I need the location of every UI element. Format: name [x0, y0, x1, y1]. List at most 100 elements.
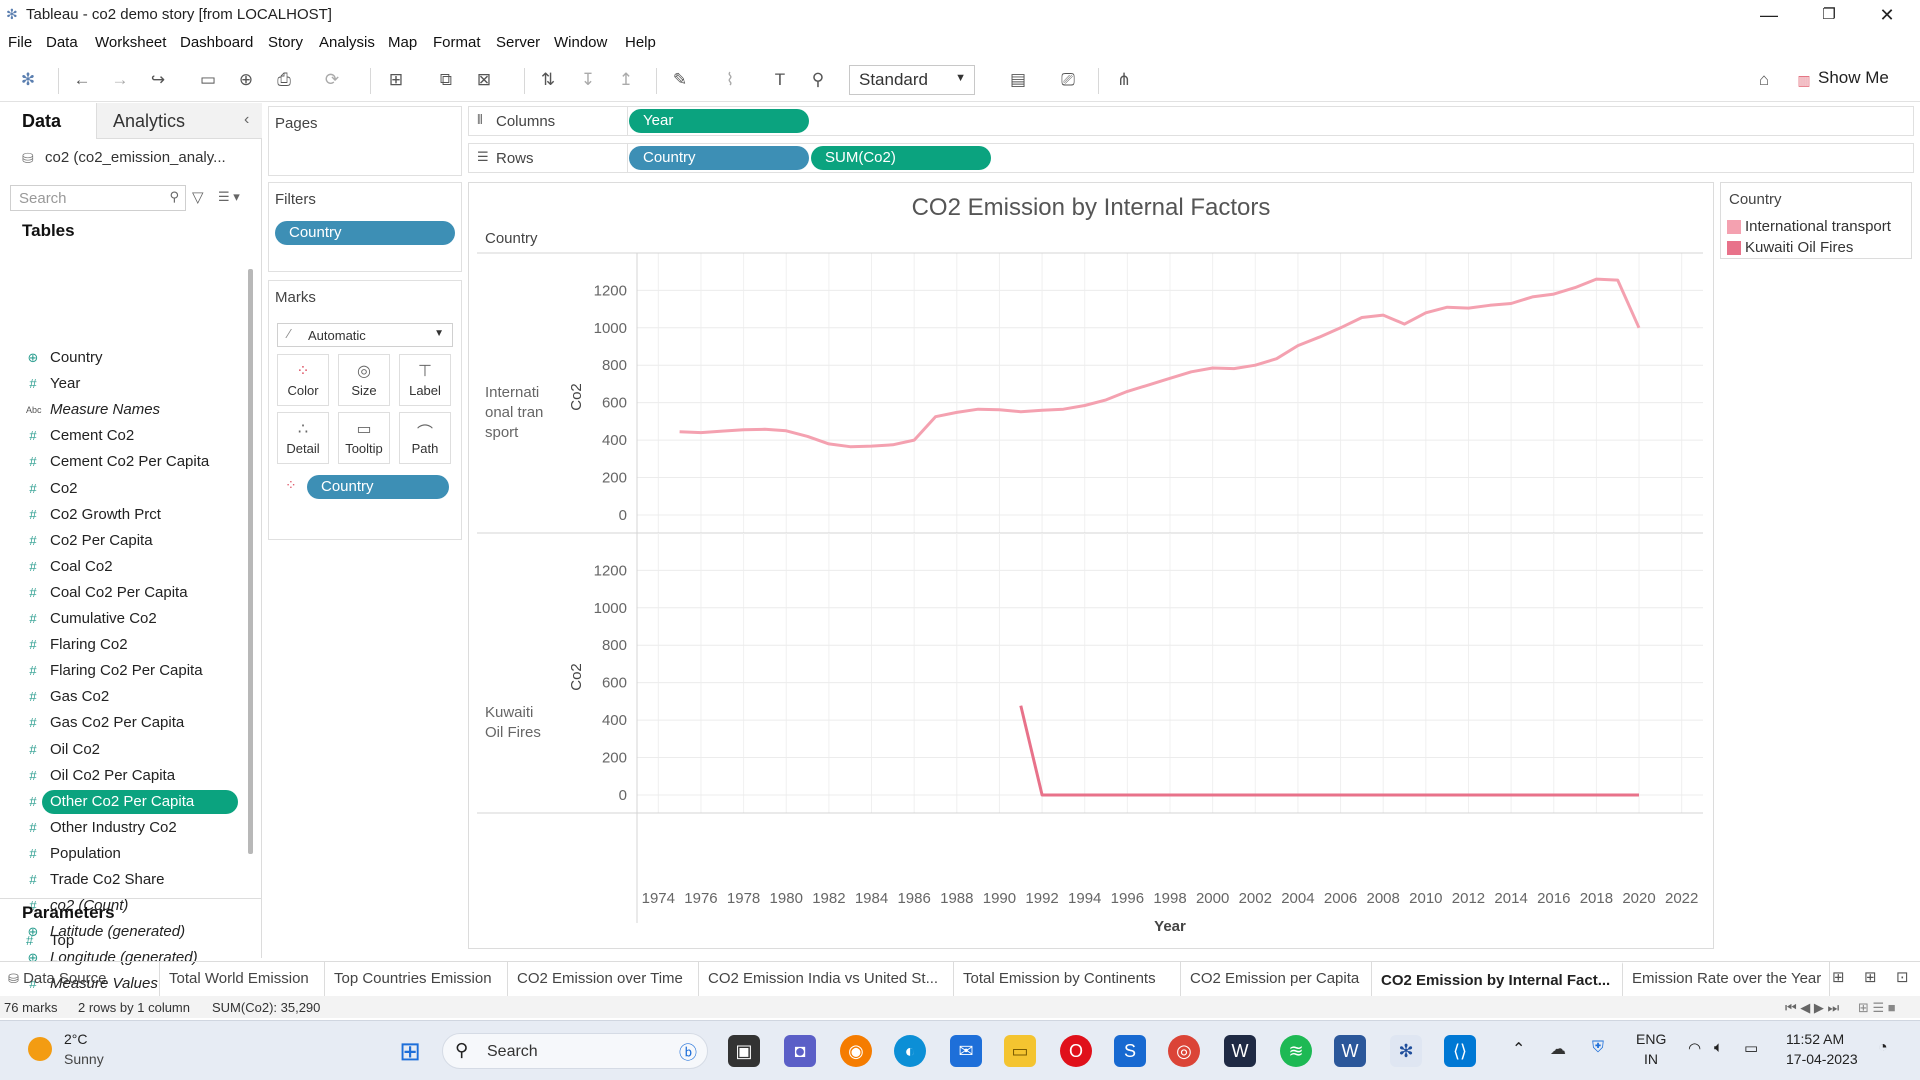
filter-pill-country[interactable]: Country [275, 221, 455, 245]
rows-pill-sum-co2[interactable]: SUM(Co2) [811, 146, 991, 170]
vscode-icon[interactable]: ⟨⟩ [1444, 1035, 1476, 1067]
presentation-mode-icon[interactable]: ⎚ [1056, 68, 1080, 92]
marks-pill-country[interactable]: Country [307, 475, 449, 499]
edge-icon[interactable]: ◐ [894, 1035, 926, 1067]
show-cards-icon[interactable]: ▤ [1006, 68, 1030, 92]
security-icon[interactable]: ⛨ [1592, 1039, 1604, 1057]
field-item[interactable]: # Cumulative Co2 [0, 607, 240, 631]
mark-type-dropdown[interactable]: ⁄ Automatic ▼ [277, 323, 453, 347]
chrome-icon[interactable]: ◎ [1168, 1035, 1200, 1067]
tab-co2-india-vs-us[interactable]: CO2 Emission India vs United St... [700, 962, 954, 996]
field-item[interactable]: # Oil Co2 Per Capita [0, 764, 240, 788]
wifi-icon[interactable]: ◠ [1688, 1039, 1701, 1057]
tab-co2-emission-by-internal-factors[interactable]: CO2 Emission by Internal Fact... [1373, 962, 1623, 996]
field-item[interactable]: # Other Industry Co2 [0, 816, 240, 840]
battery-icon[interactable]: ▭ [1744, 1039, 1758, 1057]
tab-total-world-emission[interactable]: Total World Emission [161, 962, 325, 996]
new-worksheet-icon[interactable]: ⊞ [384, 68, 408, 92]
field-item[interactable]: # Oil Co2 [0, 738, 240, 762]
minimize-icon[interactable]: — [1746, 2, 1792, 28]
sort-descending-icon[interactable]: ↥ [614, 68, 638, 92]
field-item[interactable]: Abc Measure Names [0, 398, 240, 422]
tableau-taskbar-icon[interactable]: ✻ [1390, 1035, 1422, 1067]
field-item[interactable]: # Gas Co2 [0, 685, 240, 709]
tab-co2-emission-over-time[interactable]: CO2 Emission over Time [509, 962, 699, 996]
fix-axes-icon[interactable]: ⚲ [806, 68, 830, 92]
menu-data[interactable]: Data [46, 34, 78, 51]
opera-icon[interactable]: O [1060, 1035, 1092, 1067]
menu-window[interactable]: Window [554, 34, 607, 51]
field-item[interactable]: # Trade Co2 Share [0, 868, 240, 892]
menu-server[interactable]: Server [496, 34, 540, 51]
field-item[interactable]: # Cement Co2 [0, 424, 240, 448]
tab-co2-emission-per-capita[interactable]: CO2 Emission per Capita [1182, 962, 1372, 996]
columns-shelf[interactable]: ⦀ Columns Year [468, 106, 1914, 136]
color-button[interactable]: ⁘ Color [277, 354, 329, 406]
field-item[interactable]: # Cement Co2 Per Capita [0, 450, 240, 474]
new-story-tab-icon[interactable]: ⊡ [1896, 968, 1909, 986]
file-explorer-icon[interactable]: ▭ [1004, 1035, 1036, 1067]
clock-time[interactable]: 11:52 AM [1786, 1031, 1844, 1047]
sheet-sorter-icon[interactable]: ⊞ ☰ ■ [1858, 1000, 1896, 1016]
tooltip-button[interactable]: ▭ Tooltip [338, 412, 390, 464]
field-item[interactable]: # Flaring Co2 Per Capita [0, 659, 240, 683]
pages-card[interactable]: Pages [268, 106, 462, 176]
field-item[interactable]: # Co2 Per Capita [0, 529, 240, 553]
menu-analysis[interactable]: Analysis [319, 34, 375, 51]
windows-start-icon[interactable]: ⊞ [394, 1035, 426, 1067]
highlight-icon[interactable]: ✎ [668, 68, 692, 92]
field-item[interactable]: # Co2 [0, 477, 240, 501]
swap-rows-columns-icon[interactable]: ⇅ [536, 68, 560, 92]
mail-icon[interactable]: ✉ [950, 1035, 982, 1067]
taskbar-search-box[interactable]: ⚲ Search ⓑ [442, 1033, 708, 1069]
tray-chevron-up-icon[interactable]: ⌃ [1512, 1039, 1525, 1059]
legend-item-kuwaiti-oil-fires[interactable]: Kuwaiti Oil Fires [1745, 239, 1853, 256]
weather-temp[interactable]: 2°C [64, 1031, 88, 1047]
task-view-icon[interactable]: ▣ [728, 1035, 760, 1067]
tab-top-countries-emission[interactable]: Top Countries Emission [326, 962, 508, 996]
group-members-icon[interactable]: ⌇ [718, 68, 742, 92]
show-mark-labels-icon[interactable]: T [768, 68, 792, 92]
tab-data-source[interactable]: ⛁ Data Source [0, 962, 160, 996]
tab-emission-rate-over-the-year[interactable]: Emission Rate over the Year [1624, 962, 1830, 996]
field-item[interactable]: # Other Co2 Per Capita [29, 789, 238, 814]
menu-file[interactable]: File [8, 34, 32, 51]
save-icon[interactable]: ▭ [196, 68, 220, 92]
refresh-icon[interactable]: ⟳ [320, 68, 344, 92]
clear-sheet-icon[interactable]: ⊠ [472, 68, 496, 92]
sheet-navigation-icon[interactable]: ⏮ ◀ ▶ ⏭ [1785, 1000, 1839, 1016]
field-item[interactable]: # Gas Co2 Per Capita [0, 711, 240, 735]
field-item[interactable]: # Coal Co2 Per Capita [0, 581, 240, 605]
parameter-top[interactable]: Top [50, 932, 74, 949]
field-item[interactable]: # Co2 Growth Prct [0, 503, 240, 527]
line-chart[interactable]: CO2 Emission by Internal Factors Country 0… [469, 183, 1713, 948]
app-wb-icon[interactable]: W [1224, 1035, 1256, 1067]
fit-dropdown[interactable]: Standard ▼ [849, 65, 975, 95]
detail-button[interactable]: ∴ Detail [277, 412, 329, 464]
show-me-button[interactable]: Show Me [1818, 68, 1889, 88]
firefox-icon[interactable]: ◉ [840, 1035, 872, 1067]
close-icon[interactable]: ✕ [1864, 2, 1910, 28]
rows-pill-country[interactable]: Country [629, 146, 809, 170]
share-icon[interactable]: ⋔ [1112, 68, 1136, 92]
menu-dashboard[interactable]: Dashboard [180, 34, 253, 51]
pause-updates-icon[interactable]: ⎙ [272, 68, 296, 92]
filters-card[interactable]: Filters Country [268, 182, 462, 272]
field-item[interactable]: # Year [0, 372, 240, 396]
menu-help[interactable]: Help [625, 34, 656, 51]
duplicate-sheet-icon[interactable]: ⧉ [434, 68, 458, 92]
sort-ascending-icon[interactable]: ↧ [576, 68, 600, 92]
rows-shelf[interactable]: ☰ Rows Country SUM(Co2) [468, 143, 1914, 173]
path-button[interactable]: ⌒ Path [399, 412, 451, 464]
columns-pill-year[interactable]: Year [629, 109, 809, 133]
spotify-icon[interactable]: ≋ [1280, 1035, 1312, 1067]
menu-worksheet[interactable]: Worksheet [95, 34, 166, 51]
size-button[interactable]: ◎ Size [338, 354, 390, 406]
tooltip-pin-icon[interactable]: ⌂ [1752, 68, 1776, 92]
new-dashboard-tab-icon[interactable]: ⊞ [1864, 968, 1877, 986]
app-s-icon[interactable]: S [1114, 1035, 1146, 1067]
tab-total-emission-by-continents[interactable]: Total Emission by Continents [955, 962, 1181, 996]
word-icon[interactable]: W [1334, 1035, 1366, 1067]
legend-item-international-transport[interactable]: International transport [1745, 218, 1891, 235]
new-datasource-icon[interactable]: ⊕ [234, 68, 258, 92]
